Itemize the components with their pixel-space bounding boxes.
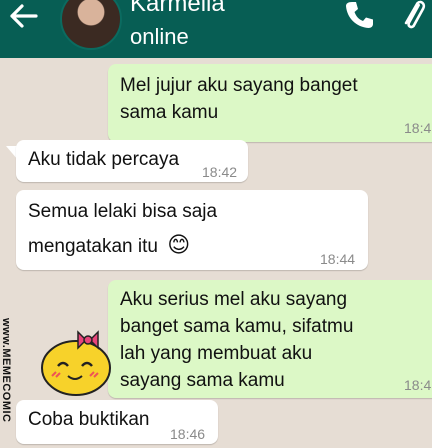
message-line: Mel jujur aku sayang banget — [120, 75, 358, 96]
outgoing-message[interactable]: Aku serius mel aku sayang banget sama ka… — [108, 280, 432, 398]
message-line: sayang sama kamu — [120, 370, 285, 391]
message-time: 18:46 — [170, 426, 206, 442]
blushing-emoji-sticker-icon — [41, 330, 111, 396]
chat-header: Karmella online — [0, 0, 432, 58]
message-line: Aku serius mel aku sayang — [120, 289, 348, 310]
incoming-message[interactable]: Semua lelaki bisa saja mengatakan itu 😊 … — [16, 190, 368, 270]
back-arrow-icon[interactable] — [6, 2, 40, 30]
message-line: sama kamu — [120, 102, 219, 123]
contact-status: online — [130, 24, 189, 49]
message-time: 18:4 — [404, 120, 432, 136]
incoming-message[interactable]: Coba buktikan 18:46 — [16, 400, 218, 444]
outgoing-message[interactable]: Mel jujur aku sayang banget sama kamu 18… — [108, 64, 432, 142]
incoming-message[interactable]: Aku tidak percaya 18:42 — [16, 140, 248, 182]
watermark: www.MEMECOMIC — [0, 318, 12, 432]
message-line: Coba buktikan — [28, 409, 150, 430]
message-line: Aku tidak percaya — [28, 149, 180, 170]
message-line: Semua lelaki bisa saja — [28, 201, 218, 222]
message-line-row: mengatakan itu 😊 — [28, 231, 356, 260]
avatar[interactable] — [60, 0, 122, 50]
message-line: mengatakan itu — [28, 236, 158, 257]
message-time: 18:42 — [202, 164, 238, 180]
message-time: 18:4 — [404, 377, 432, 393]
message-time: 18:44 — [320, 251, 356, 267]
paperclip-icon[interactable] — [398, 0, 428, 32]
contact-name[interactable]: Karmella — [130, 0, 225, 18]
message-line: lah yang membuat aku — [120, 343, 313, 364]
smile-emoji: 😊 — [167, 232, 191, 257]
message-line: banget sama kamu, sifatmu — [120, 316, 354, 337]
watermark-text: www.MEMECOMIC — [0, 318, 12, 423]
phone-icon[interactable] — [344, 0, 374, 30]
